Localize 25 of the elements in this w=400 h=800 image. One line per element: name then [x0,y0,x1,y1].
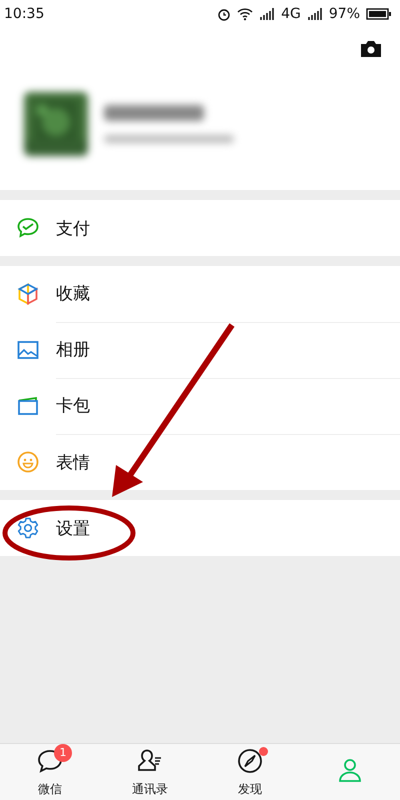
menu-item[interactable]: 支付 [0,200,400,256]
image-icon [16,338,40,362]
settings-icon [16,516,40,540]
tab[interactable]: 发现 [200,744,300,800]
unread-badge: 1 [54,744,72,762]
person-icon [336,756,364,784]
battery-percent: 97% [328,6,360,22]
clock-time: 10:35 [4,6,44,22]
tab[interactable]: 1 微信 [0,744,100,800]
wifi-icon [237,7,254,21]
tab[interactable]: 通讯录 [100,744,200,800]
compass-icon [236,746,264,774]
battery-icon [366,7,392,21]
alarm-icon [217,7,232,21]
chat-check-icon [16,216,40,240]
smiley-icon [16,450,40,474]
network-type: 4G [281,6,301,22]
wallet-icon [16,394,40,418]
menu-item[interactable]: 表情 [0,434,400,490]
cube-icon [16,282,40,306]
camera-icon[interactable] [360,40,382,58]
signal-icon [259,7,276,21]
menu-item[interactable]: 设置 [0,500,400,556]
signal-icon [306,7,323,21]
menu-item[interactable]: 收藏 [0,266,400,322]
